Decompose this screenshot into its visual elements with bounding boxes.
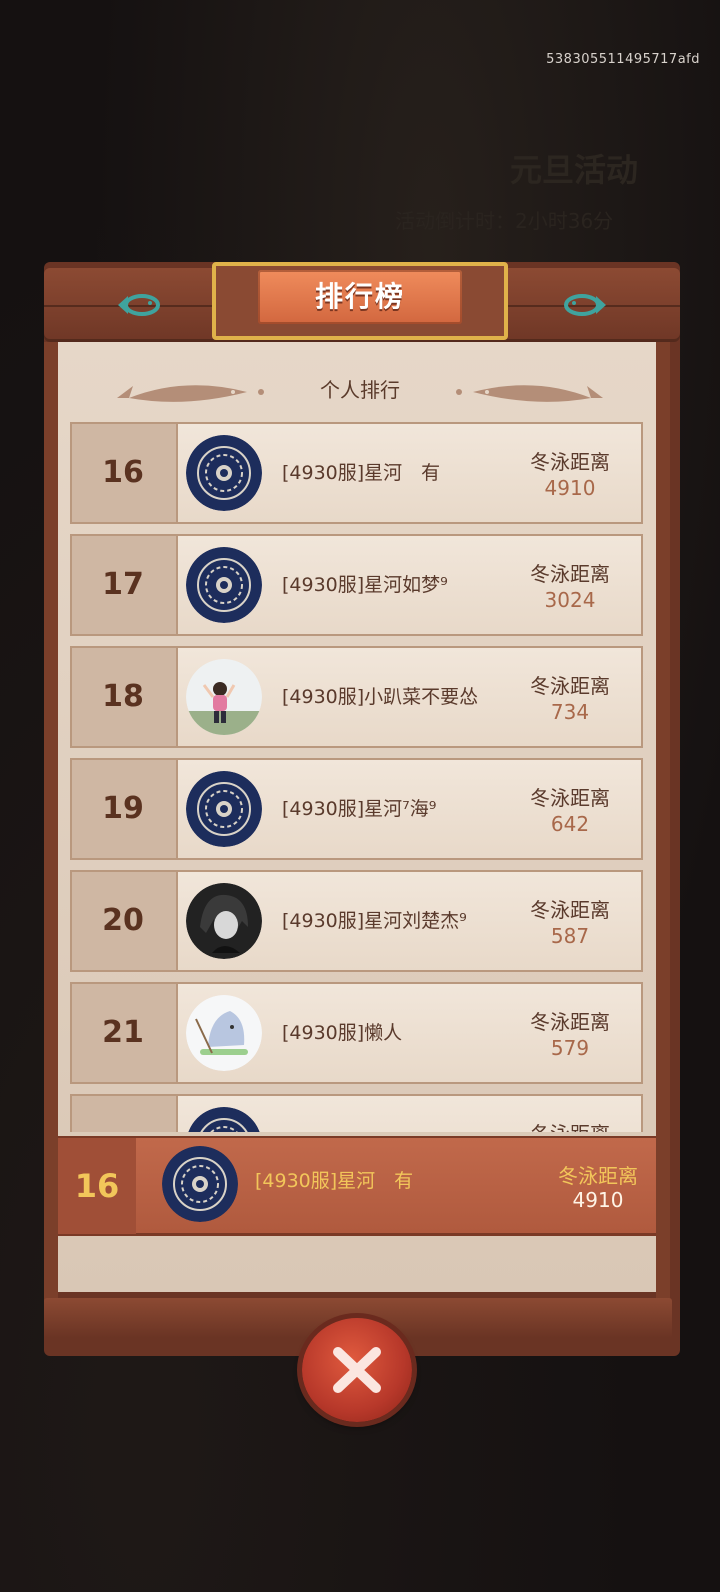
stat-label: 冬泳距离	[530, 562, 610, 586]
player-name: [4930服]星河刘楚杰⁹	[282, 910, 467, 932]
rank-number: 21	[102, 1015, 144, 1050]
rank-number: 18	[102, 679, 144, 714]
rank-number: 20	[102, 903, 144, 938]
emblem-avatar[interactable]	[186, 547, 262, 623]
stat-value: 734	[550, 700, 590, 724]
ranking-row[interactable]: 20 [4930服]星河刘楚杰⁹ 冬泳距离 587	[70, 870, 645, 974]
stat-value: 642	[550, 812, 590, 836]
stat-label: 冬泳距离	[530, 786, 610, 810]
my-avatar[interactable]	[162, 1146, 238, 1222]
stat-value: 3024	[544, 588, 596, 612]
background-event-title: 元旦活动	[510, 151, 639, 189]
rank-number: 17	[102, 567, 144, 602]
stat-label: 冬泳距离	[530, 450, 610, 474]
leaderboard-title: 排行榜	[314, 280, 405, 313]
frame-side-left	[44, 342, 58, 1302]
my-stat-value: 4910	[572, 1188, 624, 1212]
background-countdown: 活动倒计时：2小时36分	[395, 209, 614, 233]
rank-number	[70, 1094, 176, 1132]
ranking-list[interactable]: 16 [4930服]星河 有 冬泳距离 4910 17 [4930服]星河如梦⁹…	[70, 420, 645, 1132]
rank-number: 16	[102, 455, 144, 490]
rank-number: 19	[102, 791, 144, 826]
ranking-row[interactable]: 21 [4930服]懒人 冬泳距离 579	[70, 982, 645, 1086]
ranking-row[interactable]: 冬泳距离	[70, 1094, 645, 1132]
close-button[interactable]	[302, 1318, 412, 1422]
ranking-row[interactable]: 18 [4930服]小趴菜不要怂 冬泳距离 734	[70, 646, 645, 750]
player-name: [4930服]懒人	[282, 1022, 403, 1044]
stat-value: 579	[550, 1036, 590, 1060]
uid-label: 538305511495717afd	[546, 52, 700, 67]
fish-icon	[118, 294, 160, 316]
my-player-name: [4930服]星河 有	[255, 1170, 414, 1192]
fish-decoration-icon	[456, 385, 603, 402]
player-name: [4930服]星河如梦⁹	[282, 574, 448, 596]
section-title: 个人排行	[320, 378, 400, 402]
shark-avatar[interactable]	[186, 995, 262, 1071]
ranking-row[interactable]: 19 [4930服]星河⁷海⁹ 冬泳距离 642	[70, 758, 645, 862]
frame-side-right	[656, 342, 670, 1302]
player-name: [4930服]星河⁷海⁹	[282, 798, 437, 820]
stat-label: 冬泳距离	[530, 674, 610, 698]
ranking-row[interactable]: 16 [4930服]星河 有 冬泳距离 4910	[70, 422, 645, 526]
close-icon	[333, 1347, 381, 1393]
fish-icon	[564, 294, 606, 316]
stat-label: 冬泳距离	[530, 1010, 610, 1034]
emblem-avatar[interactable]	[186, 771, 262, 847]
ranking-row[interactable]: 17 [4930服]星河如梦⁹ 冬泳距离 3024	[70, 534, 645, 638]
stat-value: 4910	[544, 476, 596, 500]
child-photo-avatar[interactable]	[186, 659, 262, 735]
my-stat-label: 冬泳距离	[558, 1164, 638, 1188]
stat-label: 冬泳距离	[510, 1118, 630, 1132]
dark-character-avatar[interactable]	[186, 883, 262, 959]
fish-decoration-icon	[117, 385, 264, 402]
stat-value: 587	[550, 924, 590, 948]
player-name: [4930服]小趴菜不要怂	[282, 686, 479, 708]
my-rank-number: 16	[74, 1167, 120, 1205]
player-name: [4930服]星河 有	[282, 462, 441, 484]
stat-label: 冬泳距离	[530, 898, 610, 922]
emblem-avatar[interactable]	[186, 435, 262, 511]
